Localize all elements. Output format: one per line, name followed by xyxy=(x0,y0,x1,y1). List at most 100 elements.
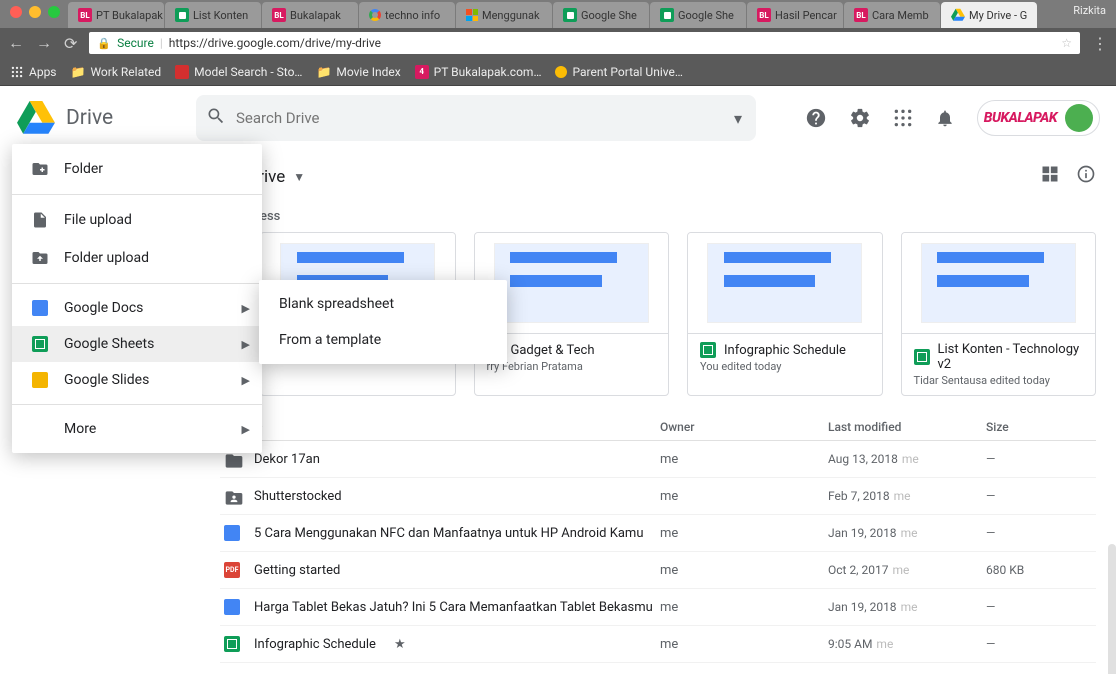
folder-upload-icon xyxy=(30,249,50,267)
bookmark-item[interactable]: 📁Work Related xyxy=(71,65,162,79)
main-content: My Drive ▼ ess Gadget & Techrry Febrian … xyxy=(200,150,1116,674)
tab-favicon xyxy=(466,9,478,21)
docs-icon xyxy=(224,599,240,615)
view-details-icon[interactable] xyxy=(1076,164,1096,189)
search-input[interactable] xyxy=(236,109,720,127)
search-options-icon[interactable]: ▾ xyxy=(730,105,746,132)
sheets-submenu: Blank spreadsheet From a template xyxy=(259,280,507,364)
file-name: Getting started xyxy=(254,563,340,578)
file-modified: Jan 19, 2018me xyxy=(828,526,986,540)
tab-favicon: BL xyxy=(757,8,771,22)
bookmark-item[interactable]: Parent Portal Unive… xyxy=(555,65,682,79)
tab-label: List Konten xyxy=(193,9,248,22)
zoom-window-button[interactable] xyxy=(48,6,60,18)
bookmark-item[interactable]: 📁Movie Index xyxy=(316,65,400,79)
file-size: — xyxy=(986,489,1096,503)
tab-favicon xyxy=(175,8,189,22)
browser-tab[interactable]: Google She xyxy=(553,2,649,28)
col-owner-header[interactable]: Owner xyxy=(660,420,828,434)
browser-menu-icon[interactable]: ⋮ xyxy=(1092,34,1108,53)
menu-from-template[interactable]: From a template xyxy=(259,322,507,358)
breadcrumb-dropdown-icon[interactable]: ▼ xyxy=(293,170,305,184)
bookmarks-bar: Apps 📁Work Related Model Search - Sto… 📁Mov… xyxy=(0,58,1116,86)
file-owner: me xyxy=(660,637,828,652)
notifications-icon[interactable] xyxy=(935,108,955,128)
org-logo: BUKALAPAK xyxy=(984,110,1057,126)
reload-button[interactable]: ⟳ xyxy=(64,34,77,53)
browser-tab[interactable]: My Drive - G xyxy=(941,2,1037,28)
tab-favicon: BL xyxy=(272,8,286,22)
browser-tab[interactable]: techno info xyxy=(359,2,455,28)
quick-access-card[interactable]: List Konten - Technology v2Tidar Sentaus… xyxy=(901,232,1097,396)
docs-icon xyxy=(224,525,240,541)
browser-tab[interactable]: BLPT Bukalapak xyxy=(68,2,164,28)
browser-tab[interactable]: List Konten xyxy=(165,2,261,28)
file-row[interactable]: 5 Cara Menggunakan NFC dan Manfaatnya un… xyxy=(220,515,1096,552)
file-row[interactable]: Infographic Schedule ★me9:05 AMme— xyxy=(220,626,1096,663)
browser-tab[interactable]: BLHasil Pencar xyxy=(747,2,843,28)
quick-access-label: ess xyxy=(260,209,1096,224)
file-name: Harga Tablet Bekas Jatuh? Ini 5 Cara Mem… xyxy=(254,600,653,615)
menu-folder-upload[interactable]: Folder upload xyxy=(12,239,262,277)
quick-access-card[interactable]: Infographic Schedule You edited today xyxy=(687,232,883,396)
address-bar[interactable]: 🔒 Secure | https://drive.google.com/driv… xyxy=(89,32,1080,54)
menu-blank-spreadsheet[interactable]: Blank spreadsheet xyxy=(259,286,507,322)
bookmark-item[interactable]: 4PT Bukalapak.com… xyxy=(415,65,542,79)
card-title: Infographic Schedule xyxy=(724,343,846,358)
card-subtitle: You edited today xyxy=(700,360,870,373)
file-name: Dekor 17an xyxy=(254,452,320,467)
browser-toolbar: ← → ⟳ 🔒 Secure | https://drive.google.co… xyxy=(0,28,1116,58)
card-subtitle: rry Febrian Pratama xyxy=(487,360,657,373)
tab-favicon xyxy=(563,8,577,22)
file-name: 5 Cara Menggunakan NFC dan Manfaatnya un… xyxy=(254,526,644,541)
file-row[interactable]: ShutterstockedmeFeb 7, 2018me— xyxy=(220,478,1096,515)
apps-icon[interactable] xyxy=(893,108,913,128)
bookmark-star-icon[interactable]: ☆ xyxy=(1061,36,1072,50)
browser-tab[interactable]: BLCara Memb xyxy=(844,2,940,28)
profile-name[interactable]: Rizkita xyxy=(1073,4,1106,17)
new-menu: Folder File upload Folder upload Google … xyxy=(12,144,262,453)
browser-tab[interactable]: Google She xyxy=(650,2,746,28)
search-box[interactable]: ▾ xyxy=(196,95,756,141)
browser-tab[interactable]: BLBukalapak xyxy=(262,2,358,28)
file-upload-icon xyxy=(30,211,50,229)
shared-folder-icon xyxy=(224,488,240,504)
help-icon[interactable] xyxy=(805,107,827,129)
file-row[interactable]: List Konten Gadget & Tech Yoga Guritno10… xyxy=(220,663,1096,674)
minimize-window-button[interactable] xyxy=(29,6,41,18)
file-row[interactable]: PDFGetting startedmeOct 2, 2017me680 KB xyxy=(220,552,1096,589)
back-button[interactable]: ← xyxy=(8,33,24,53)
drive-header: Drive ▾ BUKALAPAK xyxy=(0,86,1116,150)
star-icon: ★ xyxy=(394,637,406,652)
grid-view-icon[interactable] xyxy=(1040,164,1060,189)
tab-label: My Drive - G xyxy=(969,9,1027,22)
file-size: — xyxy=(986,452,1096,466)
menu-google-docs[interactable]: Google Docs ▶ xyxy=(12,290,262,326)
file-row[interactable]: Dekor 17anmeAug 13, 2018me— xyxy=(220,441,1096,478)
card-title: List Konten - Technology v2 xyxy=(938,342,1084,372)
col-size-header[interactable]: Size xyxy=(986,420,1096,434)
scrollbar[interactable] xyxy=(1108,544,1116,674)
tab-label: Menggunak xyxy=(482,9,540,22)
menu-google-sheets[interactable]: Google Sheets ▶ xyxy=(12,326,262,362)
menu-more[interactable]: More ▶ xyxy=(12,411,262,447)
browser-tab[interactable]: Menggunak xyxy=(456,2,552,28)
menu-new-folder[interactable]: Folder xyxy=(12,150,262,188)
chevron-right-icon: ▶ xyxy=(242,338,250,351)
tab-favicon: BL xyxy=(78,8,92,22)
drive-logo[interactable]: Drive xyxy=(16,101,196,135)
slides-icon xyxy=(30,372,50,388)
window-controls xyxy=(10,6,60,18)
file-owner: me xyxy=(660,452,828,467)
file-owner: me xyxy=(660,563,828,578)
bookmark-item[interactable]: Model Search - Sto… xyxy=(175,65,302,79)
gear-icon[interactable] xyxy=(849,107,871,129)
col-modified-header[interactable]: Last modified xyxy=(828,420,986,434)
menu-google-slides[interactable]: Google Slides ▶ xyxy=(12,362,262,398)
file-row[interactable]: Harga Tablet Bekas Jatuh? Ini 5 Cara Mem… xyxy=(220,589,1096,626)
account-switcher[interactable]: BUKALAPAK xyxy=(977,100,1100,136)
bookmark-item[interactable]: Apps xyxy=(10,65,57,79)
forward-button[interactable]: → xyxy=(36,33,52,53)
menu-file-upload[interactable]: File upload xyxy=(12,201,262,239)
close-window-button[interactable] xyxy=(10,6,22,18)
